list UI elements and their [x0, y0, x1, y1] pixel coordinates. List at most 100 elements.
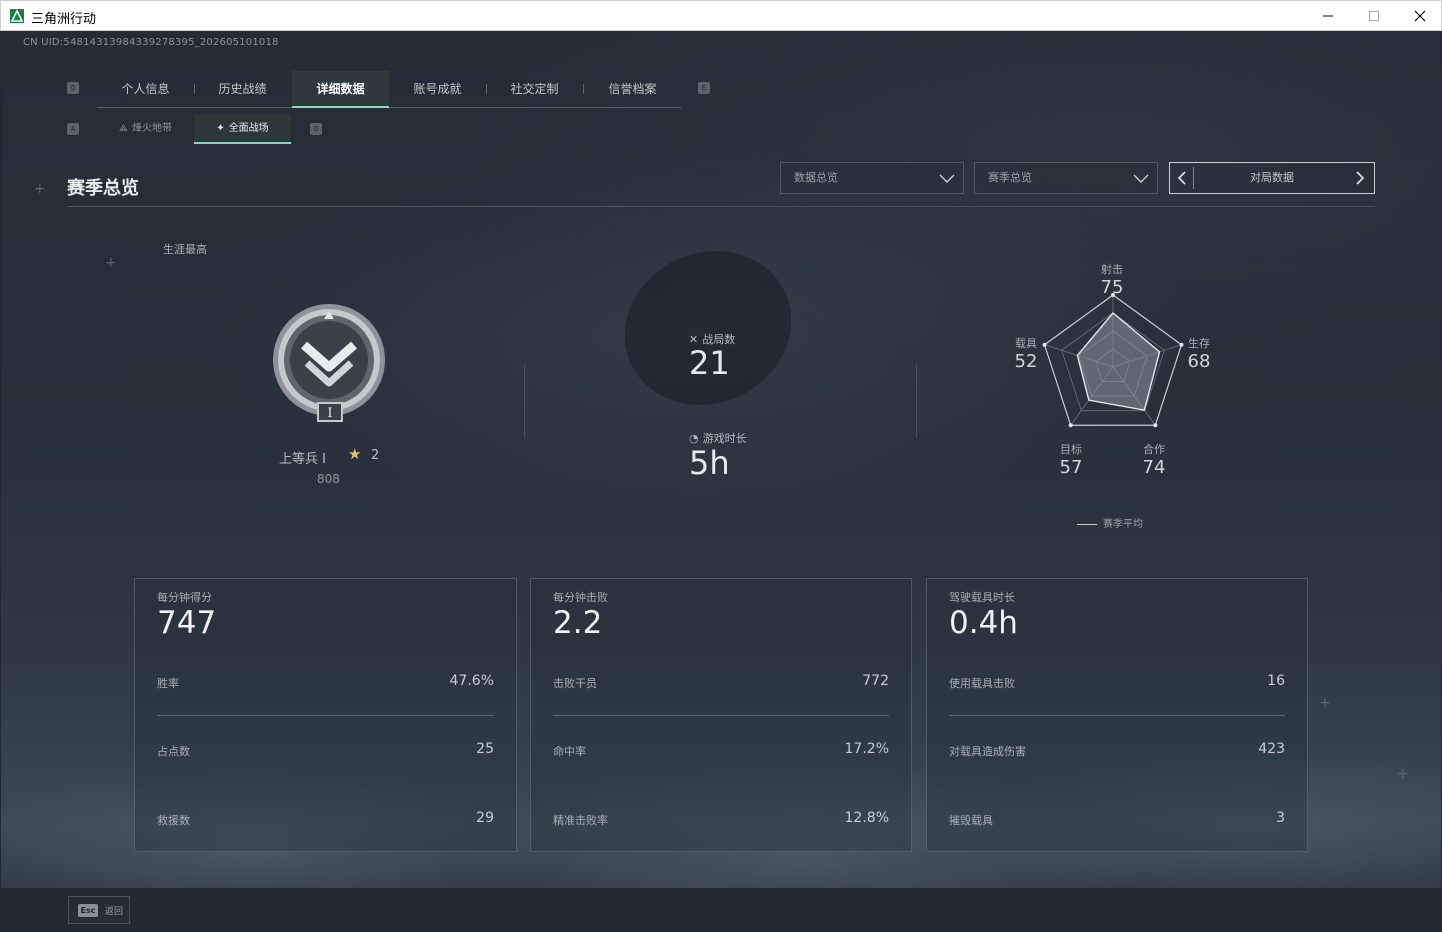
radar-vertex-point — [1153, 423, 1158, 428]
data-overview-dropdown-label: 数据总览 — [794, 171, 838, 184]
card-row-value: 3 — [1276, 810, 1285, 826]
decor-plus-icon: + — [1397, 766, 1409, 782]
card-row: 使用载具击败 16 — [949, 671, 1285, 695]
radar-vertex-point — [1068, 423, 1073, 428]
card-row: 占点数 25 — [157, 739, 494, 763]
radar-label-teamwork: 合作 — [1143, 443, 1165, 456]
player-uid: CN UID:548143139843392783​95_20260510101… — [23, 37, 279, 48]
card-row-label: 精准击败率 — [553, 814, 608, 827]
card-head-label: 每分钟击败 — [553, 591, 608, 604]
radar-label-survival: 生存 — [1188, 337, 1210, 350]
radar-label-vehicle: 载具 — [1015, 337, 1037, 350]
card-row-label: 击败干员 — [553, 677, 597, 690]
card-row-value: 12.8% — [844, 810, 889, 826]
decor-plus-icon: + — [105, 255, 117, 271]
back-button[interactable]: Esc 返回 — [68, 896, 130, 924]
tab-prev-key-hint[interactable]: Q — [67, 82, 79, 94]
card-head-value: 747 — [157, 605, 217, 641]
playtime-value: 5h — [689, 444, 730, 482]
main-tab-bar: 个人信息 历史战绩 详细数据 账号成就 社交定制 信誉档案 — [97, 71, 681, 108]
stats-divider — [916, 364, 917, 438]
season-overview-dropdown-label: 赛季总览 — [988, 171, 1032, 184]
radar-value-area — [1076, 312, 1161, 411]
window-titlebar: 三角洲行动 — [0, 0, 1442, 31]
radar-legend: 赛季平均 — [1077, 515, 1143, 530]
matches-value: 21 — [689, 344, 730, 382]
section-title: 赛季总览 — [67, 178, 139, 199]
data-overview-dropdown[interactable]: 数据总览 — [780, 162, 964, 194]
card-head-label: 每分钟得分 — [157, 591, 212, 604]
background-satellite-dish — [599, 224, 817, 432]
app-logo-icon — [10, 9, 24, 23]
pager-label: 对局数据 — [1250, 171, 1294, 184]
chevron-right-icon[interactable] — [1352, 170, 1368, 186]
star-icon: ★ — [348, 445, 362, 463]
decor-plus-icon: + — [1319, 695, 1331, 711]
decor-plus-icon: + — [34, 181, 46, 197]
subtab-hazard-zone[interactable]: ⟁ 烽火地带 — [97, 114, 194, 144]
chevron-down-icon — [1133, 174, 1149, 183]
card-row-value: 772 — [862, 673, 889, 689]
radar-value-survival: 68 — [1187, 351, 1211, 372]
radar-label-objective: 目标 — [1060, 443, 1082, 456]
card-row-label: 摧毁载具 — [949, 814, 993, 827]
minimize-button[interactable] — [1305, 1, 1351, 31]
subtab-hazard-zone-label: 烽火地带 — [131, 123, 172, 134]
card-row-label: 胜率 — [157, 677, 179, 690]
chevron-down-icon — [939, 174, 955, 183]
card-row-divider — [553, 715, 889, 716]
stat-card-score: 每分钟得分 747 胜率 47.6% 占点数 25 救援数 29 — [134, 578, 517, 852]
back-label: 返回 — [105, 907, 124, 917]
radar-value-objective: 57 — [1059, 457, 1083, 478]
card-row: 精准击败率 12.8% — [553, 808, 889, 832]
card-row-label: 对载具造成伤害 — [949, 745, 1026, 758]
subtab-full-warfare-label: 全面战场 — [228, 123, 269, 134]
season-overview-dropdown[interactable]: 赛季总览 — [974, 162, 1158, 194]
card-row: 救援数 29 — [157, 808, 494, 832]
legend-line — [1077, 523, 1097, 525]
card-row-value: 16 — [1267, 673, 1285, 689]
subtab-next-key-hint[interactable]: D — [310, 123, 322, 135]
rank-stars: 2 — [371, 448, 380, 463]
full-warfare-icon: ✦ — [216, 123, 225, 134]
rank-name: 上等兵 I — [279, 452, 326, 467]
tab-credit-record[interactable]: 信誉档案 — [584, 71, 681, 107]
radar-value-vehicle: 52 — [1014, 351, 1038, 372]
ability-radar-chart — [1042, 293, 1184, 428]
maximize-button[interactable] — [1351, 1, 1397, 31]
section-divider — [67, 206, 1375, 207]
subtab-full-warfare[interactable]: ✦ 全面战场 — [194, 114, 291, 144]
card-row-label: 占点数 — [157, 745, 190, 758]
subtab-prev-key-hint[interactable]: A — [67, 123, 79, 135]
bottom-bar — [1, 888, 1441, 931]
chevron-left-icon[interactable] — [1174, 170, 1190, 186]
tab-next-key-hint[interactable]: E — [698, 82, 710, 94]
card-head-value: 2.2 — [553, 605, 603, 641]
card-row: 命中率 17.2% — [553, 739, 889, 763]
maximize-icon — [1369, 11, 1379, 21]
rank-score: 808 — [317, 472, 340, 486]
card-row-divider — [949, 715, 1285, 716]
card-row: 胜率 47.6% — [157, 671, 494, 695]
card-row-label: 命中率 — [553, 745, 586, 758]
stats-divider — [524, 364, 525, 438]
window-title: 三角洲行动 — [31, 12, 97, 27]
career-highest-label: 生涯最高 — [163, 243, 207, 256]
radar-value-teamwork: 74 — [1142, 457, 1166, 478]
pager-divider — [1193, 167, 1194, 189]
tab-social-custom[interactable]: 社交定制 — [486, 71, 583, 107]
tab-achievements[interactable]: 账号成就 — [389, 71, 486, 107]
tab-detailed-data[interactable]: 详细数据 — [292, 71, 389, 108]
card-row: 击败干员 772 — [553, 671, 889, 695]
rank-badge-icon: I — [273, 304, 385, 422]
esc-key-hint: Esc — [78, 904, 98, 917]
card-row-value: 25 — [476, 741, 494, 757]
card-row-label: 使用载具击败 — [949, 677, 1015, 690]
card-row: 对载具造成伤害 423 — [949, 739, 1285, 763]
close-button[interactable] — [1397, 1, 1442, 31]
radar-value-shooting: 75 — [1100, 277, 1124, 298]
tab-personal-info[interactable]: 个人信息 — [97, 71, 194, 107]
close-icon — [1414, 10, 1426, 22]
card-head-value: 0.4h — [949, 605, 1018, 641]
tab-match-history[interactable]: 历史战绩 — [194, 71, 291, 107]
